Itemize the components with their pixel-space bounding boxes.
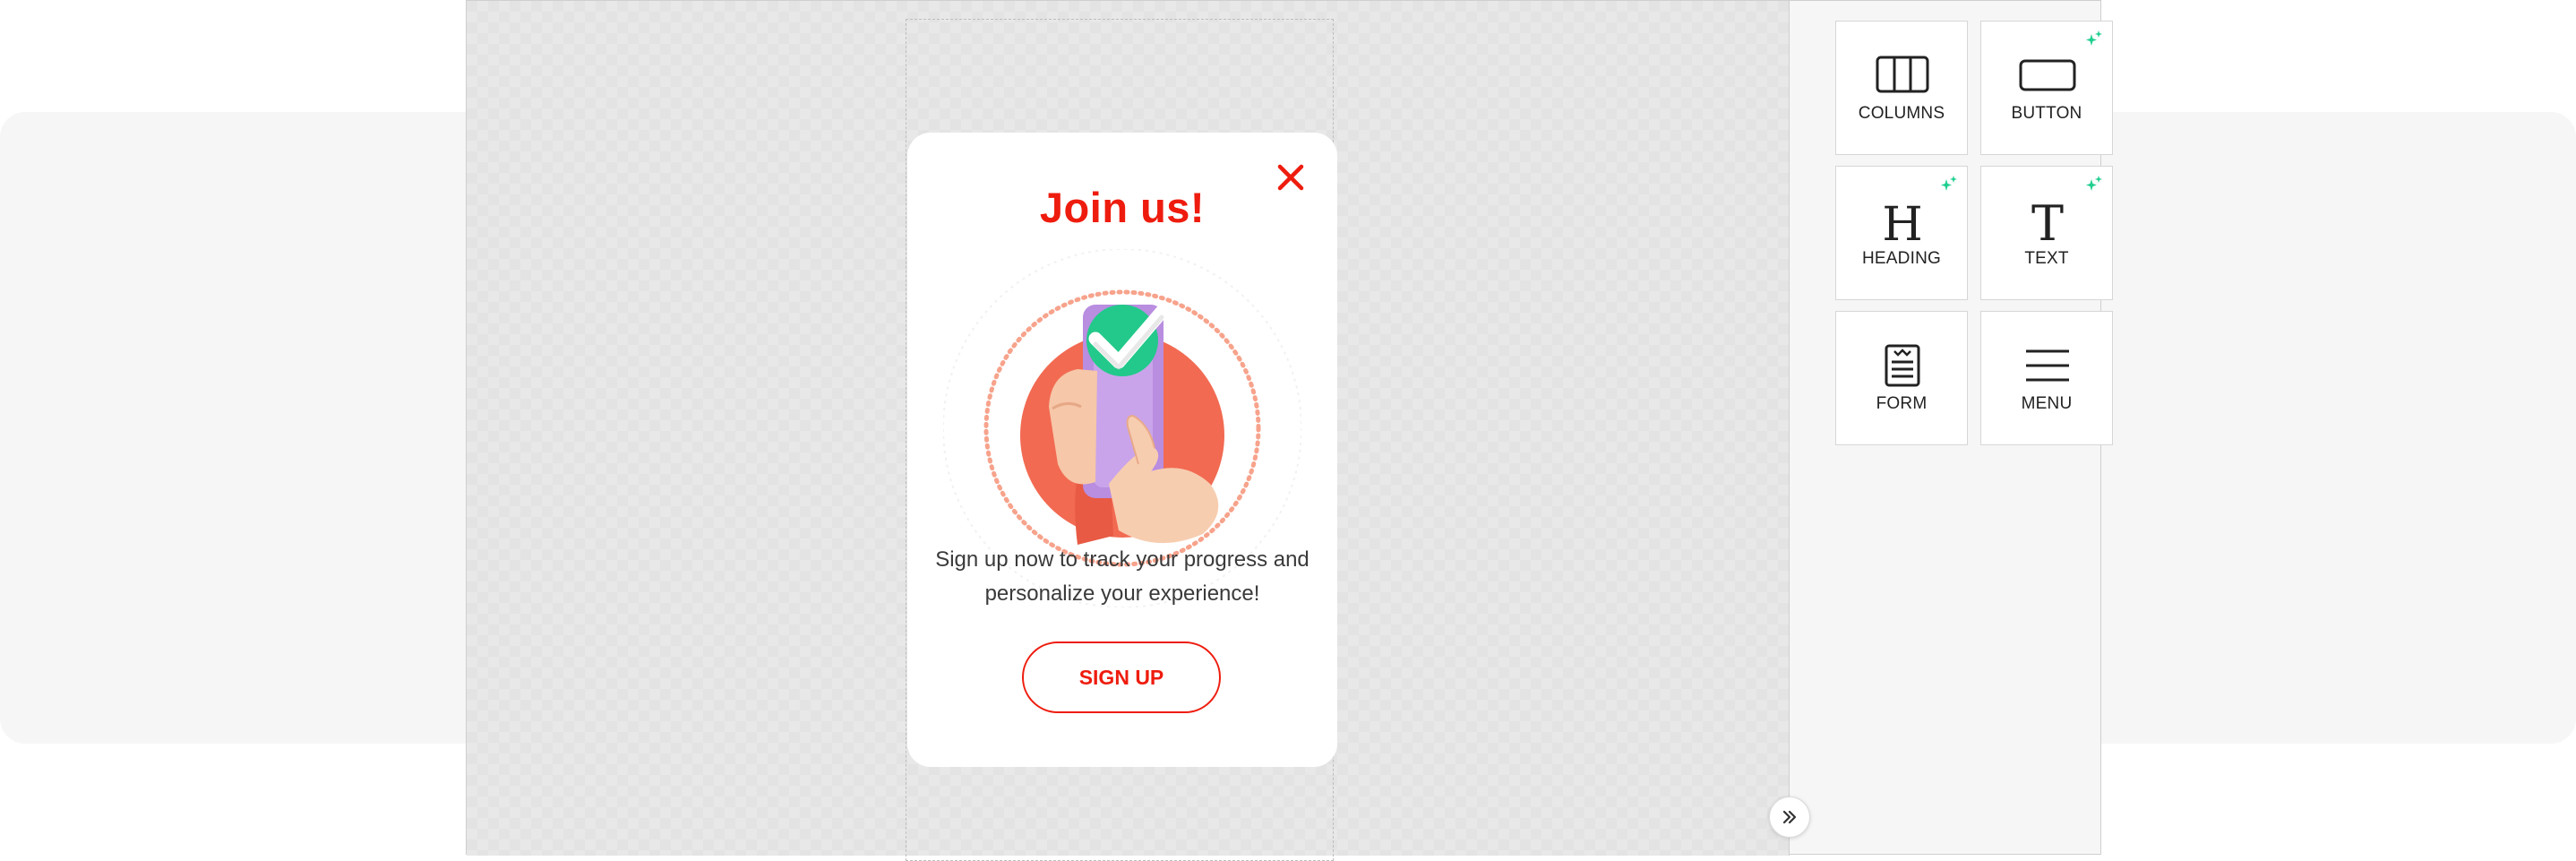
widget-heading[interactable]: H HEADING (1835, 166, 1968, 300)
ai-sparkle-icon (2086, 176, 2102, 191)
menu-icon (2026, 349, 2069, 382)
double-chevron-right-icon (1782, 810, 1797, 824)
ai-sparkle-icon (1941, 176, 1957, 191)
popup-preview[interactable]: Join us! Sign up now to track your progr… (907, 133, 1337, 767)
signup-button[interactable]: SIGN UP (1022, 641, 1221, 713)
widget-form[interactable]: FORM (1835, 311, 1968, 445)
ai-sparkle-icon (2086, 30, 2102, 46)
widget-button[interactable]: BUTTON (1980, 21, 2113, 155)
widget-columns[interactable]: COLUMNS (1835, 21, 1968, 155)
collapse-panel-button[interactable] (1769, 796, 1810, 838)
widget-menu[interactable]: MENU (1980, 311, 2113, 445)
button-icon (2019, 59, 2076, 91)
widgets-panel: COLUMNS BUTTON H HEADING T TEXT FORM MEN… (1789, 1, 2113, 856)
widget-label: TEXT (2024, 249, 2069, 268)
widget-label: FORM (1876, 394, 1928, 413)
widget-label: MENU (2021, 394, 2073, 413)
popup-title: Join us! (1039, 184, 1206, 231)
heading-icon: H (1882, 198, 1922, 247)
form-icon (1885, 344, 1920, 387)
editor-window: Join us! Sign up now to track your progr… (466, 0, 2113, 861)
widget-label: HEADING (1862, 249, 1941, 268)
columns-icon (1876, 56, 1929, 93)
widget-label: COLUMNS (1858, 104, 1945, 123)
widget-label: BUTTON (2011, 104, 2082, 123)
text-icon: T (2031, 195, 2064, 247)
svg-text:H: H (1882, 198, 1922, 247)
popup-description: Sign up now to track your progress and p… (935, 547, 1309, 606)
widget-text[interactable]: T TEXT (1980, 166, 2113, 300)
svg-text:T: T (2031, 195, 2064, 247)
editor-canvas[interactable]: Join us! Sign up now to track your progr… (467, 1, 1790, 861)
